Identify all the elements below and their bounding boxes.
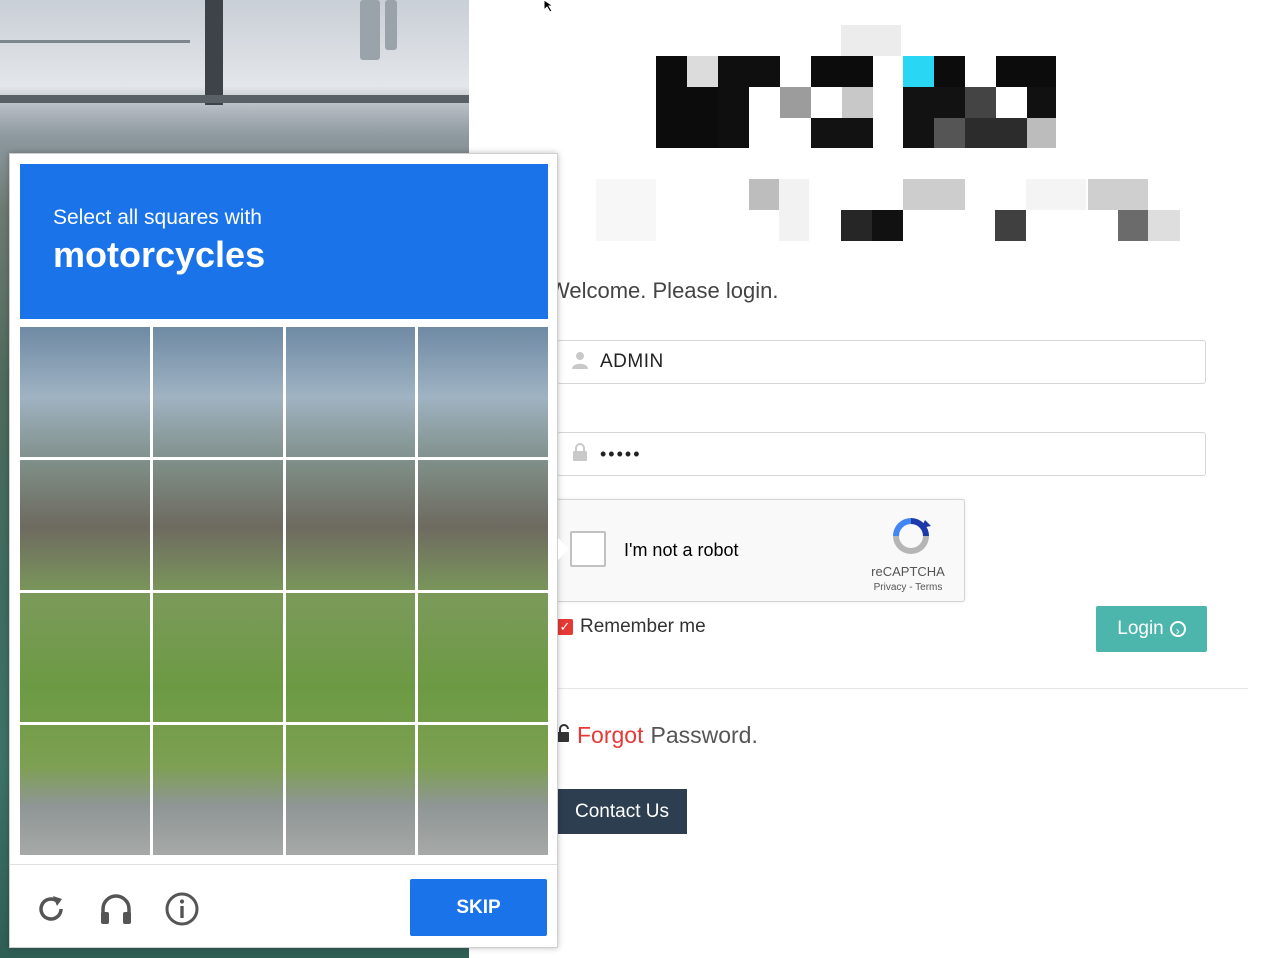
challenge-header: Select all squares with motorcycles — [20, 164, 548, 319]
recaptcha-label: I'm not a robot — [624, 540, 739, 560]
reload-icon[interactable] — [33, 891, 69, 927]
recaptcha-links[interactable]: Privacy - Terms — [855, 582, 961, 593]
remember-me[interactable]: ✓ Remember me — [557, 616, 706, 638]
captcha-tile-r4c3[interactable] — [285, 725, 416, 855]
lock-icon — [570, 442, 590, 466]
audio-headphones-icon[interactable] — [98, 891, 134, 927]
captcha-tile-r1c3[interactable] — [285, 327, 416, 457]
dialog-pointer — [558, 538, 569, 560]
captcha-tile-r4c4[interactable] — [418, 725, 548, 855]
skip-button[interactable]: SKIP — [410, 879, 547, 936]
captcha-tile-r2c1[interactable] — [20, 459, 150, 590]
captcha-tile-r3c4[interactable] — [418, 592, 548, 723]
captcha-tile-r1c4[interactable] — [418, 327, 548, 457]
site-logo-subtitle — [596, 179, 1180, 241]
site-logo — [656, 25, 1056, 148]
captcha-tile-r4c2[interactable] — [152, 725, 283, 855]
username-field[interactable]: ADMIN — [557, 340, 1206, 384]
challenge-target: motorcycles — [53, 234, 266, 275]
username-value: ADMIN — [600, 351, 664, 372]
mouse-cursor-icon — [543, 0, 555, 12]
recaptcha-checkbox[interactable] — [570, 531, 606, 567]
password-value: ••••• — [600, 443, 642, 464]
divider — [557, 688, 1248, 689]
captcha-tile-r3c3[interactable] — [285, 592, 416, 723]
welcome-heading: Welcome. Please login. — [549, 278, 779, 303]
forgot-rest: Password. — [650, 722, 758, 748]
contact-us-button[interactable]: Contact Us — [557, 789, 687, 834]
recaptcha-logo-icon — [893, 518, 931, 554]
captcha-tile-r3c2[interactable] — [152, 592, 283, 723]
captcha-tile-r2c3[interactable] — [285, 459, 416, 590]
captcha-tile-r1c2[interactable] — [152, 327, 283, 457]
footer-divider — [10, 864, 557, 865]
forgot-link[interactable]: Forgot — [577, 722, 643, 749]
captcha-challenge-dialog: Select all squares with motorcycles SKIP — [9, 153, 569, 948]
user-icon — [570, 351, 590, 374]
captcha-tile-r2c4[interactable] — [418, 459, 548, 590]
remember-checkbox[interactable]: ✓ — [557, 619, 573, 635]
captcha-tile-r2c2[interactable] — [152, 459, 283, 590]
captcha-tile-r4c1[interactable] — [20, 725, 150, 855]
challenge-image-grid — [20, 327, 548, 855]
remember-label: Remember me — [580, 616, 706, 637]
login-label: Login — [1117, 618, 1164, 639]
info-icon[interactable] — [164, 891, 200, 927]
recaptcha-widget: I'm not a robot reCAPTCHA Privacy - Term… — [556, 499, 965, 602]
recaptcha-brand: reCAPTCHA — [871, 564, 945, 579]
arrow-right-circle-icon: › — [1169, 621, 1186, 638]
unlock-icon — [557, 724, 571, 747]
password-field[interactable]: ••••• — [557, 432, 1206, 476]
challenge-instruction: Select all squares with — [53, 206, 262, 229]
forgot-password-row: Forgot Password. — [557, 722, 758, 749]
captcha-tile-r1c1[interactable] — [20, 327, 150, 457]
login-button[interactable]: Login › — [1096, 606, 1207, 652]
captcha-tile-r3c1[interactable] — [20, 592, 150, 723]
